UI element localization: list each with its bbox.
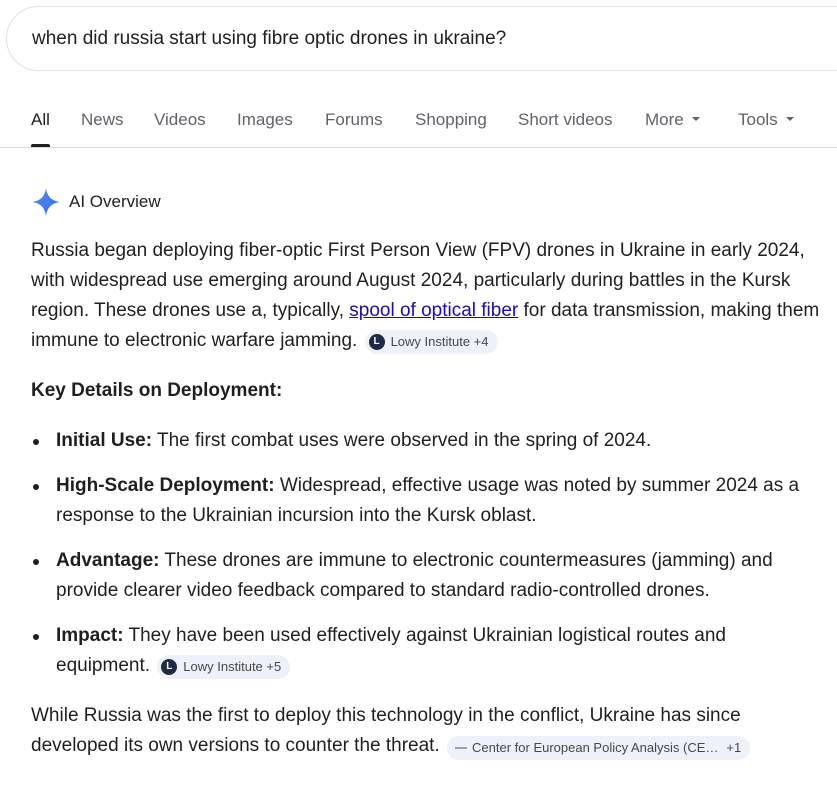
bullet-label: Initial Use: bbox=[56, 430, 153, 451]
source-chip-cepa[interactable]: Center for European Policy Analysis (CE…… bbox=[447, 736, 751, 760]
list-item: High-Scale Deployment: Widespread, effec… bbox=[33, 471, 821, 531]
tab-videos[interactable]: Videos bbox=[154, 110, 206, 130]
source-dash-icon bbox=[455, 747, 468, 749]
list-item: Impact: They have been used effectively … bbox=[33, 621, 821, 681]
source-chip-lowy[interactable]: L Lowy Institute +4 bbox=[364, 330, 498, 354]
intro-paragraph: Russia began deploying fiber-optic First… bbox=[31, 236, 821, 356]
chevron-down-icon bbox=[785, 116, 794, 121]
closing-paragraph: While Russia was the first to deploy thi… bbox=[31, 701, 821, 761]
lowy-logo-icon: L bbox=[368, 334, 385, 350]
tab-shopping[interactable]: Shopping bbox=[415, 110, 487, 130]
bullet-text: The first combat uses were observed in t… bbox=[152, 430, 652, 451]
tab-news[interactable]: News bbox=[81, 110, 124, 130]
source-chip-label: Center for European Policy Analysis (CE… bbox=[472, 740, 719, 755]
ai-overview-content: Russia began deploying fiber-optic First… bbox=[31, 236, 821, 761]
search-input[interactable]: when did russia start using fibre optic … bbox=[32, 7, 506, 70]
bullet-label: High-Scale Deployment: bbox=[56, 475, 275, 496]
chevron-down-icon bbox=[691, 116, 700, 121]
tab-more[interactable]: More bbox=[645, 110, 700, 130]
list-item: Advantage: These drones are immune to el… bbox=[33, 546, 821, 606]
sparkle-icon bbox=[32, 188, 60, 216]
source-chip-more: +1 bbox=[726, 740, 742, 755]
bullet-label: Impact: bbox=[56, 625, 124, 646]
spool-link[interactable]: spool of optical fiber bbox=[349, 300, 518, 321]
key-details-heading: Key Details on Deployment: bbox=[31, 380, 283, 401]
tab-forums[interactable]: Forums bbox=[325, 110, 383, 130]
tab-all[interactable]: All bbox=[31, 110, 50, 147]
tab-tools[interactable]: Tools bbox=[738, 110, 794, 130]
tab-tools-label: Tools bbox=[738, 110, 778, 129]
bullet-label: Advantage: bbox=[56, 550, 160, 571]
search-bar[interactable]: when did russia start using fibre optic … bbox=[6, 6, 837, 71]
tab-images[interactable]: Images bbox=[237, 110, 293, 130]
source-chip-lowy[interactable]: L Lowy Institute +5 bbox=[157, 655, 291, 679]
search-tabs: All News Videos Images Forums Shopping S… bbox=[0, 100, 837, 148]
lowy-logo-icon: L bbox=[161, 659, 178, 675]
tab-more-label: More bbox=[645, 110, 684, 129]
ai-overview-title: AI Overview bbox=[69, 192, 161, 211]
source-chip-label: Lowy Institute +4 bbox=[390, 334, 489, 349]
key-details-list: Initial Use: The first combat uses were … bbox=[31, 426, 821, 681]
tab-short-videos[interactable]: Short videos bbox=[518, 110, 613, 130]
ai-overview-header: AI Overview bbox=[31, 187, 161, 217]
source-chip-label: Lowy Institute +5 bbox=[183, 659, 282, 674]
list-item: Initial Use: The first combat uses were … bbox=[33, 426, 821, 456]
bullet-text: These drones are immune to electronic co… bbox=[56, 550, 773, 601]
